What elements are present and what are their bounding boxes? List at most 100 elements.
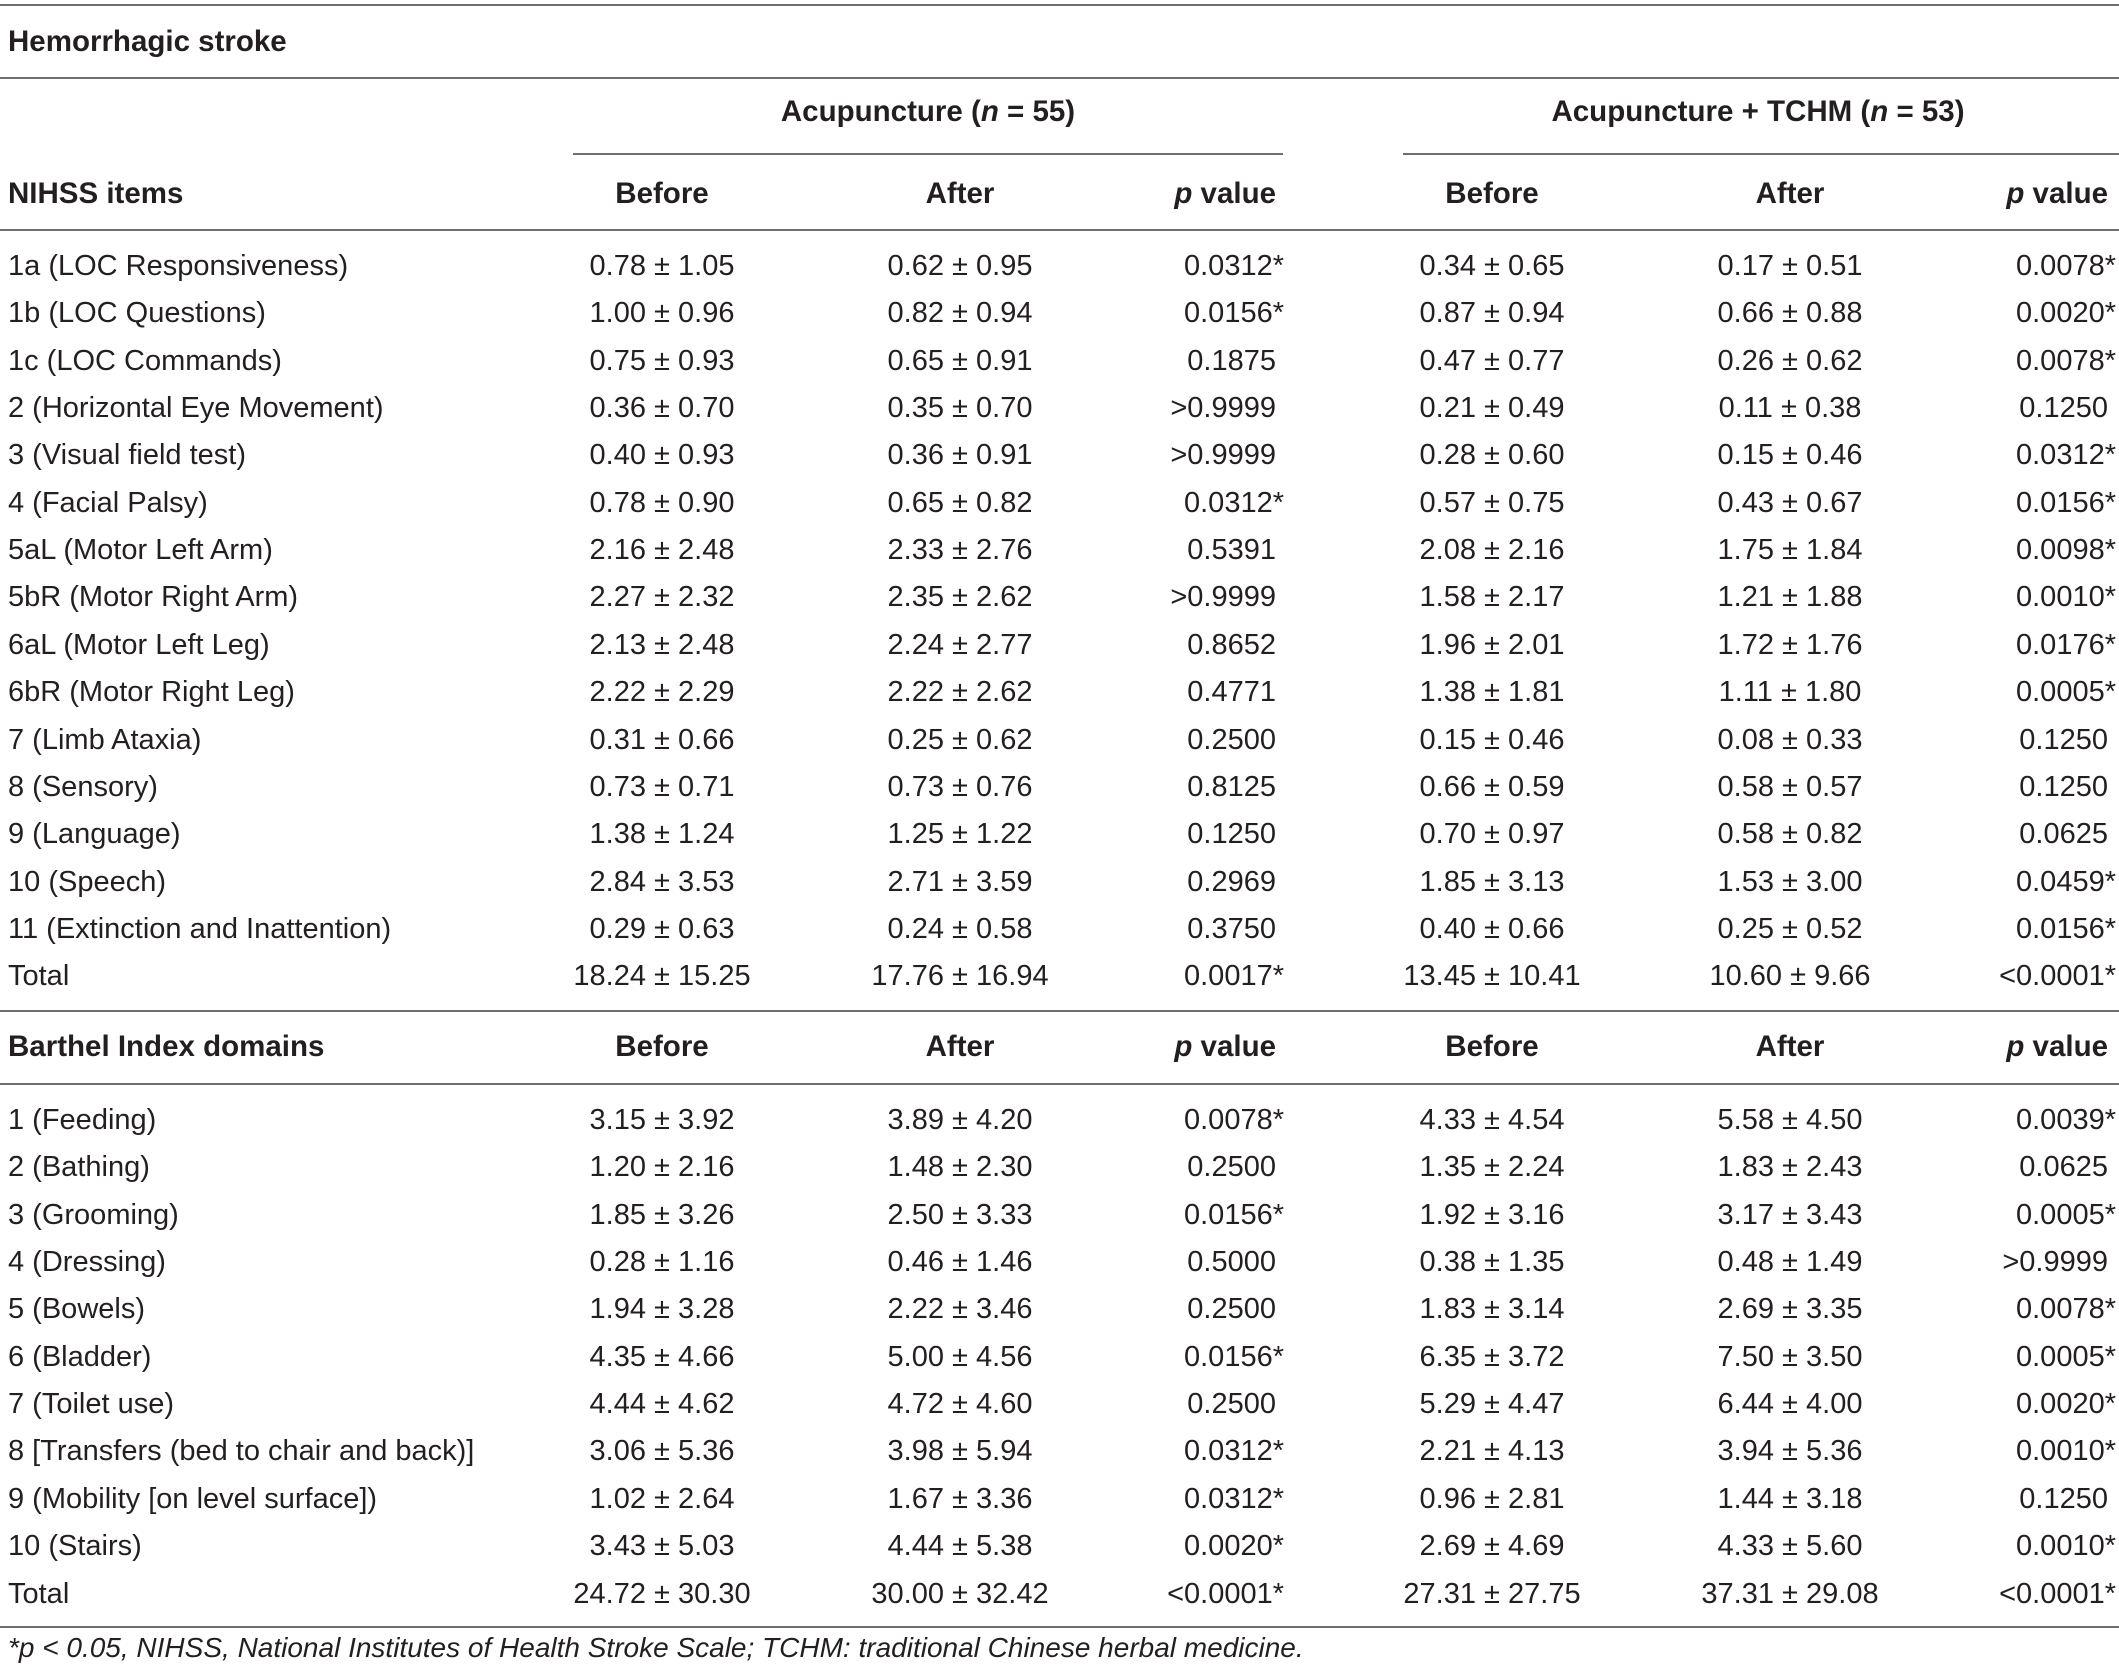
table-cell: 0.0010*	[2016, 1435, 2116, 1468]
table-cell: 7.50 ± 3.50	[1717, 1340, 1863, 1373]
table-cell: 2.84 ± 3.53	[589, 865, 735, 898]
table-cell: 0.4771	[1187, 676, 1276, 709]
group-b-n-value: = 53)	[1888, 95, 1965, 128]
table-cell: 1.11 ± 1.80	[1718, 676, 1862, 709]
table-cell: 1.94 ± 3.28	[589, 1293, 735, 1326]
table-cell: 0.65 ± 0.82	[887, 486, 1033, 519]
table-cell: 0.17 ± 0.51	[1717, 250, 1863, 282]
table-cell: 0.57 ± 0.75	[1419, 486, 1565, 519]
table-cell: 2.13 ± 2.48	[589, 628, 735, 661]
p-symbol: p	[1174, 1030, 1193, 1063]
table-cell: 0.25 ± 0.52	[1717, 912, 1863, 945]
table-cell: 4.72 ± 4.60	[887, 1388, 1033, 1421]
col-after-b: After	[1755, 177, 1825, 210]
table-cell: 0.0176*	[2016, 628, 2116, 661]
table-cell: <0.0001*	[1999, 960, 2116, 993]
col-p-value-a: p value	[1174, 1027, 1276, 1067]
nihss-header-label: NIHSS items	[8, 177, 184, 210]
table-cell: 0.15 ± 0.46	[1717, 439, 1863, 472]
group-b-n-symbol: n	[1870, 95, 1889, 128]
p-symbol: p	[2006, 177, 2025, 210]
row-label: 1a (LOC Responsiveness)	[8, 250, 349, 282]
table-cell: 0.2500	[1187, 723, 1276, 756]
table-cell: 18.24 ± 15.25	[573, 960, 751, 993]
col-before-b: Before	[1445, 1030, 1539, 1063]
table-cell: 2.22 ± 3.46	[887, 1293, 1033, 1326]
table-cell: 0.0156*	[2016, 486, 2116, 519]
barthel-header-label: Barthel Index domains	[8, 1030, 325, 1063]
table-cell: 0.28 ± 1.16	[589, 1246, 735, 1279]
table-cell: 0.2969	[1187, 865, 1276, 898]
row-label: 2 (Horizontal Eye Movement)	[8, 392, 384, 425]
table-cell: 3.06 ± 5.36	[589, 1435, 735, 1468]
row-label: 5aL (Motor Left Arm)	[8, 534, 273, 567]
row-label: 3 (Grooming)	[8, 1198, 179, 1231]
table-cell: 1.48 ± 2.30	[887, 1151, 1033, 1184]
table-cell: 0.48 ± 1.49	[1717, 1246, 1863, 1279]
table-cell: 13.45 ± 10.41	[1403, 960, 1581, 993]
table-cell: 0.28 ± 0.60	[1419, 439, 1565, 472]
table-cell: 0.0312*	[1184, 1435, 1284, 1468]
table-cell: 0.66 ± 0.59	[1419, 770, 1565, 803]
row-label: 4 (Dressing)	[8, 1246, 166, 1279]
table-cell: 2.69 ± 3.35	[1717, 1293, 1863, 1326]
table-cell: 0.0078*	[1184, 1104, 1284, 1136]
table-cell: 3.17 ± 3.43	[1717, 1198, 1863, 1231]
table-cell: 1.58 ± 2.17	[1419, 581, 1565, 614]
col-before-a: Before	[615, 1030, 709, 1063]
row-label: 1 (Feeding)	[8, 1104, 157, 1136]
table-cell: 0.36 ± 0.70	[589, 392, 735, 425]
table-cell: >0.9999	[1170, 392, 1276, 425]
table-cell: 0.1875	[1187, 344, 1276, 377]
table-cell: 6.44 ± 4.00	[1717, 1388, 1863, 1421]
table-cell: 6.35 ± 3.72	[1419, 1340, 1565, 1373]
table-cell: 2.22 ± 2.62	[887, 676, 1033, 709]
table-cell: 1.72 ± 1.76	[1717, 628, 1863, 661]
table-cell: 0.0312*	[1184, 250, 1284, 282]
table-cell: 2.33 ± 2.76	[887, 534, 1033, 567]
table-cell: 0.47 ± 0.77	[1419, 344, 1565, 377]
table-cell: 0.1250	[2019, 1482, 2108, 1515]
table-cell: 5.00 ± 4.56	[887, 1340, 1033, 1373]
table-cell: 0.73 ± 0.76	[887, 770, 1033, 803]
table-cell: 0.36 ± 0.91	[887, 439, 1033, 472]
table-cell: 4.44 ± 4.62	[589, 1388, 735, 1421]
table-cell: 0.0017*	[1184, 960, 1284, 993]
table-cell: 0.0039*	[2016, 1104, 2116, 1136]
table-cell: 2.22 ± 2.29	[589, 676, 735, 709]
table-cell: 3.94 ± 5.36	[1717, 1435, 1863, 1468]
table-cell: 3.15 ± 3.92	[589, 1104, 735, 1136]
table-cell: 0.25 ± 0.62	[887, 723, 1033, 756]
table-cell: 2.24 ± 2.77	[887, 628, 1033, 661]
table-cell: 0.0078*	[2016, 250, 2116, 282]
row-label: 5 (Bowels)	[8, 1293, 145, 1326]
table-cell: 0.0020*	[2016, 1388, 2116, 1421]
top-rule	[0, 4, 2119, 6]
table-cell: 0.31 ± 0.66	[589, 723, 735, 756]
table-cell: 0.34 ± 0.65	[1419, 250, 1565, 282]
p-value-word: value	[2024, 1030, 2108, 1063]
table-cell: 1.02 ± 2.64	[589, 1482, 735, 1515]
table-cell: 1.38 ± 1.24	[589, 818, 735, 851]
table-cell: 0.1250	[2019, 392, 2108, 425]
table-cell: 0.0312*	[1184, 1482, 1284, 1515]
table-cell: 0.1250	[2019, 770, 2108, 803]
table-cell: 0.0005*	[2016, 676, 2116, 709]
group-a-header: Acupuncture (n = 55)	[781, 92, 1075, 132]
table-cell: 0.2500	[1187, 1388, 1276, 1421]
table-cell: 0.29 ± 0.63	[589, 912, 735, 945]
p-value-word: value	[2024, 177, 2108, 210]
row-label: 6aL (Motor Left Leg)	[8, 628, 270, 661]
table-cell: 0.11 ± 0.38	[1718, 392, 1862, 425]
table-cell: 4.33 ± 5.60	[1717, 1530, 1863, 1563]
col-after-b: After	[1755, 1030, 1825, 1063]
row-label: Total	[8, 1577, 70, 1610]
table-cell: >0.9999	[1170, 581, 1276, 614]
table-cell: 0.8125	[1187, 770, 1276, 803]
results-table: Hemorrhagic stroke Acupuncture (n = 55) …	[0, 0, 2119, 1675]
table-cell: 1.75 ± 1.84	[1717, 534, 1863, 567]
table-cell: 0.0459*	[2016, 865, 2116, 898]
row-label: 11 (Extinction and Inattention)	[8, 912, 392, 945]
table-cell: 0.0156*	[2016, 912, 2116, 945]
row-label: 7 (Limb Ataxia)	[8, 723, 202, 756]
